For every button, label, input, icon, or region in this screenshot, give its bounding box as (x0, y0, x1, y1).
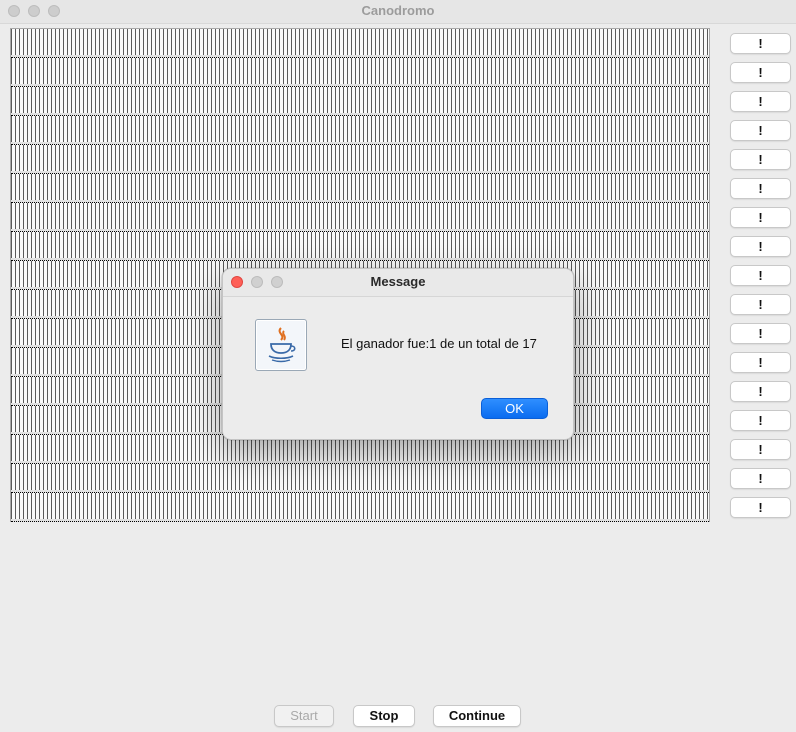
race-lane (11, 145, 709, 174)
ok-button[interactable]: OK (481, 398, 548, 419)
lane-button[interactable]: ! (730, 207, 791, 228)
stop-button[interactable]: Stop (353, 705, 415, 727)
message-dialog: Message El ganador fue:1 de un total de … (222, 268, 574, 440)
lane-button[interactable]: ! (730, 439, 791, 460)
lane-button[interactable]: ! (730, 91, 791, 112)
dialog-title: Message (370, 274, 426, 289)
race-lane (11, 58, 709, 87)
lane-button[interactable]: ! (730, 178, 791, 199)
lane-button[interactable]: ! (730, 120, 791, 141)
dialog-message: El ganador fue:1 de un total de 17 (341, 336, 537, 351)
lane-button[interactable]: ! (730, 468, 791, 489)
window-title: Canodromo (361, 3, 435, 18)
race-lane (11, 87, 709, 116)
race-lane (11, 493, 709, 522)
race-lane (11, 174, 709, 203)
lane-button[interactable]: ! (730, 323, 791, 344)
lane-button[interactable]: ! (730, 381, 791, 402)
title-bar: Canodromo (0, 0, 796, 24)
race-lane (11, 29, 709, 58)
lane-button[interactable]: ! (730, 236, 791, 257)
lane-button[interactable]: ! (730, 265, 791, 286)
race-lane (11, 116, 709, 145)
race-lane (11, 464, 709, 493)
lane-button[interactable]: ! (730, 352, 791, 373)
start-button[interactable]: Start (274, 705, 334, 727)
lane-button[interactable]: ! (730, 294, 791, 315)
continue-button[interactable]: Continue (433, 705, 521, 727)
java-icon (255, 319, 307, 371)
lane-button[interactable]: ! (730, 33, 791, 54)
race-lane (11, 203, 709, 232)
lane-button[interactable]: ! (730, 497, 791, 518)
race-lane (11, 232, 709, 261)
lane-button[interactable]: ! (730, 410, 791, 431)
lane-button[interactable]: ! (730, 62, 791, 83)
lane-button[interactable]: ! (730, 149, 791, 170)
dialog-title-bar: Message (223, 269, 573, 297)
